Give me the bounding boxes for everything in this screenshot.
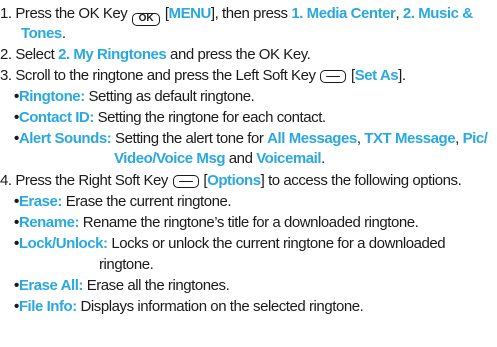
media-center-label: 1. Media Center xyxy=(291,5,396,22)
all-messages-label: All Messages xyxy=(267,130,357,147)
step-text: ], then press xyxy=(210,5,288,22)
option-label: Contact ID: xyxy=(18,109,94,126)
bullet-contact-id: •Contact ID: Setting the ringtone for ea… xyxy=(14,108,326,127)
bullet-erase: •Erase: Erase the current ringtone. xyxy=(14,192,232,211)
option-text: Setting the alert tone for xyxy=(115,130,264,147)
option-label: Rename: xyxy=(18,214,80,231)
option-text: Displays information on the selected rin… xyxy=(80,298,364,315)
separator: , xyxy=(395,5,400,22)
voicemail-label: Voicemail xyxy=(256,150,322,167)
txt-message-label: TXT Message xyxy=(364,130,456,147)
option-label: Erase: xyxy=(18,193,63,210)
my-ringtones-label: 2. My Ringtones xyxy=(58,46,167,63)
option-label: Lock/Unlock: xyxy=(18,235,108,252)
option-text: and xyxy=(228,150,253,167)
option-text: Setting the ringtone for each contact. xyxy=(97,109,327,126)
bullet-lock-unlock-cont: ringtone. xyxy=(99,255,154,274)
option-label: File Info: xyxy=(18,298,77,315)
step-2-line-1: 2. Select 2. My Ringtones and press the … xyxy=(0,45,311,64)
step-text: and press the OK Key. xyxy=(170,46,311,63)
option-text: Rename the ringtone’s title for a downlo… xyxy=(82,214,419,231)
ok-key-icon: OK xyxy=(132,12,161,26)
soft-key-icon xyxy=(172,175,199,188)
music-tones-label-cont: Tones xyxy=(21,25,62,42)
step-text: Press the Right Soft Key xyxy=(15,172,168,189)
music-tones-label: 2. Music & xyxy=(402,5,473,22)
step-1-line-1: 1. Press the OK Key OK [MENU], then pres… xyxy=(0,4,473,26)
step-number: 1. xyxy=(0,5,12,22)
step-number: 3. xyxy=(0,67,12,84)
step-text: Select xyxy=(15,46,55,63)
option-label: Ringtone: xyxy=(18,88,85,105)
option-text: Erase the current ringtone. xyxy=(65,193,232,210)
option-label: Alert Sounds: xyxy=(18,130,112,147)
bullet-file-info: •File Info: Displays information on the … xyxy=(14,297,364,316)
pic-video-label: Pic/ xyxy=(462,130,488,147)
option-text: Locks or unlock the current ringtone for… xyxy=(111,235,446,252)
step-3-line-1: 3. Scroll to the ringtone and press the … xyxy=(0,66,406,85)
step-text: Press the OK Key xyxy=(15,5,128,22)
bullet-alert-sounds: •Alert Sounds: Setting the alert tone fo… xyxy=(14,129,488,148)
options-label: Options xyxy=(207,172,261,189)
separator: , xyxy=(455,130,459,147)
bullet-ringtone: •Ringtone: Setting as default ringtone. xyxy=(14,87,255,106)
soft-key-icon xyxy=(320,70,347,83)
option-label: Erase All: xyxy=(18,277,84,294)
step-1-line-2: Tones. xyxy=(21,24,66,43)
pic-video-label-cont: Video/Voice Msg xyxy=(114,150,226,167)
step-number: 4. xyxy=(0,172,12,189)
period: . xyxy=(321,150,325,167)
option-text: ringtone. xyxy=(99,256,154,273)
bullet-alert-sounds-cont: Video/Voice Msg and Voicemail. xyxy=(114,149,325,168)
step-number: 2. xyxy=(0,46,12,63)
menu-label: MENU xyxy=(168,5,212,22)
manual-page: 1. Press the OK Key OK [MENU], then pres… xyxy=(0,0,497,347)
bullet-rename: •Rename: Rename the ringtone’s title for… xyxy=(14,213,419,232)
step-4-line-1: 4. Press the Right Soft Key [Options] to… xyxy=(0,171,462,190)
step-text: Scroll to the ringtone and press the Lef… xyxy=(15,67,316,84)
period: . xyxy=(61,25,66,42)
step-text: ] to access the following options. xyxy=(260,172,462,189)
bullet-lock-unlock: •Lock/Unlock: Locks or unlock the curren… xyxy=(14,234,446,253)
option-text: Setting as default ringtone. xyxy=(88,88,255,105)
separator: , xyxy=(356,130,361,147)
option-text: Erase all the ringtones. xyxy=(86,277,230,294)
bracket-close: ]. xyxy=(398,67,406,84)
set-as-label: Set As xyxy=(354,67,399,84)
bullet-erase-all: •Erase All: Erase all the ringtones. xyxy=(14,276,230,295)
